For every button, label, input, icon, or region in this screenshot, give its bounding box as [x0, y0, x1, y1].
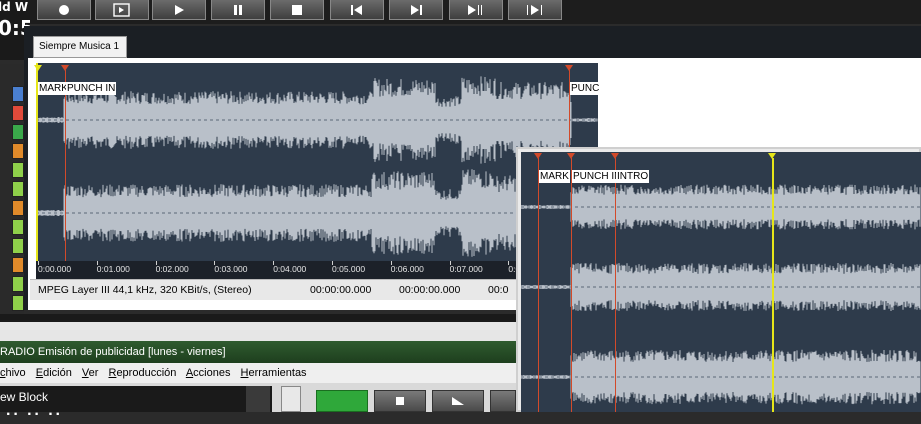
scrollbar[interactable] — [246, 386, 270, 412]
marker-line[interactable] — [571, 158, 572, 412]
marker-label-intro: INTRO — [616, 170, 650, 183]
play-from-mark-button[interactable] — [508, 0, 562, 20]
track-type-icon — [12, 143, 24, 159]
pause-button[interactable] — [211, 0, 265, 20]
marker-line[interactable] — [538, 158, 539, 412]
fade-icon — [452, 397, 464, 405]
record-icon — [59, 4, 69, 15]
play-from-mark-icon — [527, 4, 542, 15]
menu-archivo[interactable]: chivo — [0, 367, 26, 379]
time-readout-3: 00:0 — [488, 284, 509, 296]
play-frame-icon — [113, 2, 130, 17]
music-note-icon — [12, 219, 24, 235]
timeline-label: 0:01.000 — [96, 264, 130, 274]
marker-line[interactable] — [65, 70, 66, 261]
play-green-button[interactable] — [316, 390, 368, 412]
ad-icon — [12, 257, 24, 273]
block-label: ew Block — [0, 390, 49, 404]
music-note-icon — [12, 181, 24, 197]
timeline-label: 0:00.000 — [38, 264, 72, 274]
waveform-view[interactable] — [36, 63, 598, 261]
menu-edicion[interactable]: Edición — [36, 367, 72, 379]
block-panel: ew Block ·· ·· ·· — [0, 386, 272, 423]
timeline-label: 0:02.000 — [155, 264, 189, 274]
marker-label-mark: MARK — [38, 82, 69, 95]
play-to-mark-button[interactable] — [449, 0, 503, 20]
ad-icon — [12, 200, 24, 216]
menu-reproduccion[interactable]: Reproducción — [108, 367, 176, 379]
play-icon — [175, 4, 184, 15]
menu-herramientas[interactable]: Herramientas — [241, 367, 307, 379]
waveform — [36, 76, 598, 257]
stop-icon — [396, 397, 404, 405]
menu-bar: chivo Edición Ver Reproducción Acciones … — [0, 363, 516, 383]
marker-label-punch-in: PUNCH IN — [66, 82, 117, 95]
tab-editor[interactable]: Siempre Musica 1 — [33, 36, 127, 58]
waveform-2 — [521, 184, 921, 405]
play-button[interactable] — [152, 0, 206, 20]
track-type-icon — [12, 105, 24, 121]
music-note-icon — [12, 295, 24, 311]
timeline-label: 0:05.000 — [332, 264, 366, 274]
playhead[interactable] — [772, 158, 774, 412]
stop-button-lower[interactable] — [374, 390, 426, 412]
play-to-mark-icon — [468, 4, 482, 15]
skip-forward-button[interactable] — [389, 0, 443, 20]
track-type-icon — [12, 86, 24, 102]
menu-ver[interactable]: Ver — [82, 367, 99, 379]
time-readout-2: 00:00:00.000 — [399, 284, 461, 296]
pause-icon — [234, 4, 242, 15]
menu-acciones[interactable]: Acciones — [186, 367, 231, 379]
play-from-cue-button[interactable] — [95, 0, 149, 20]
marker-label-punch: PUNC — [570, 82, 601, 95]
timeline-label: 0:06.000 — [390, 264, 424, 274]
marker-line[interactable] — [615, 158, 616, 412]
flag-button[interactable] — [281, 386, 301, 412]
timeline-ruler[interactable]: 0:00.000 0:01.000 0:02.000 0:03.000 0:04.000… — [36, 261, 598, 279]
skip-back-button[interactable] — [330, 0, 384, 20]
track-type-icon — [12, 124, 24, 140]
music-note-icon — [12, 238, 24, 254]
window-title-bar: RADIO Emisión de publicidad [lunes - vie… — [0, 341, 516, 363]
timeline-label: 0:03.000 — [214, 264, 248, 274]
waveform-view-2[interactable] — [521, 152, 921, 412]
time-readout-1: 00:00:00.000 — [310, 284, 372, 296]
music-note-icon — [12, 276, 24, 292]
stop-button[interactable] — [270, 0, 324, 20]
format-info: MPEG Layer III 44,1 kHz, 320 KBit/s, (St… — [38, 284, 252, 296]
skip-back-icon — [351, 4, 362, 15]
skip-forward-icon — [411, 4, 422, 15]
block-clock: ·· ·· ·· — [6, 406, 63, 423]
clock-line-1: ld W — [0, 0, 29, 14]
music-note-icon — [12, 162, 24, 178]
timeline-label: 0:04.000 — [273, 264, 307, 274]
stop-icon — [292, 4, 302, 15]
window-top-bar — [0, 322, 516, 342]
timeline-label: 0:07.000 — [449, 264, 483, 274]
marker-label-mark: MARK — [539, 170, 570, 183]
divider — [0, 314, 516, 322]
window-title: RADIO Emisión de publicidad [lunes - vie… — [0, 346, 226, 358]
next-button[interactable] — [490, 390, 516, 412]
fade-button[interactable] — [432, 390, 484, 412]
marker-label-punch-in: PUNCH IN — [572, 170, 623, 183]
record-button[interactable] — [37, 0, 91, 20]
